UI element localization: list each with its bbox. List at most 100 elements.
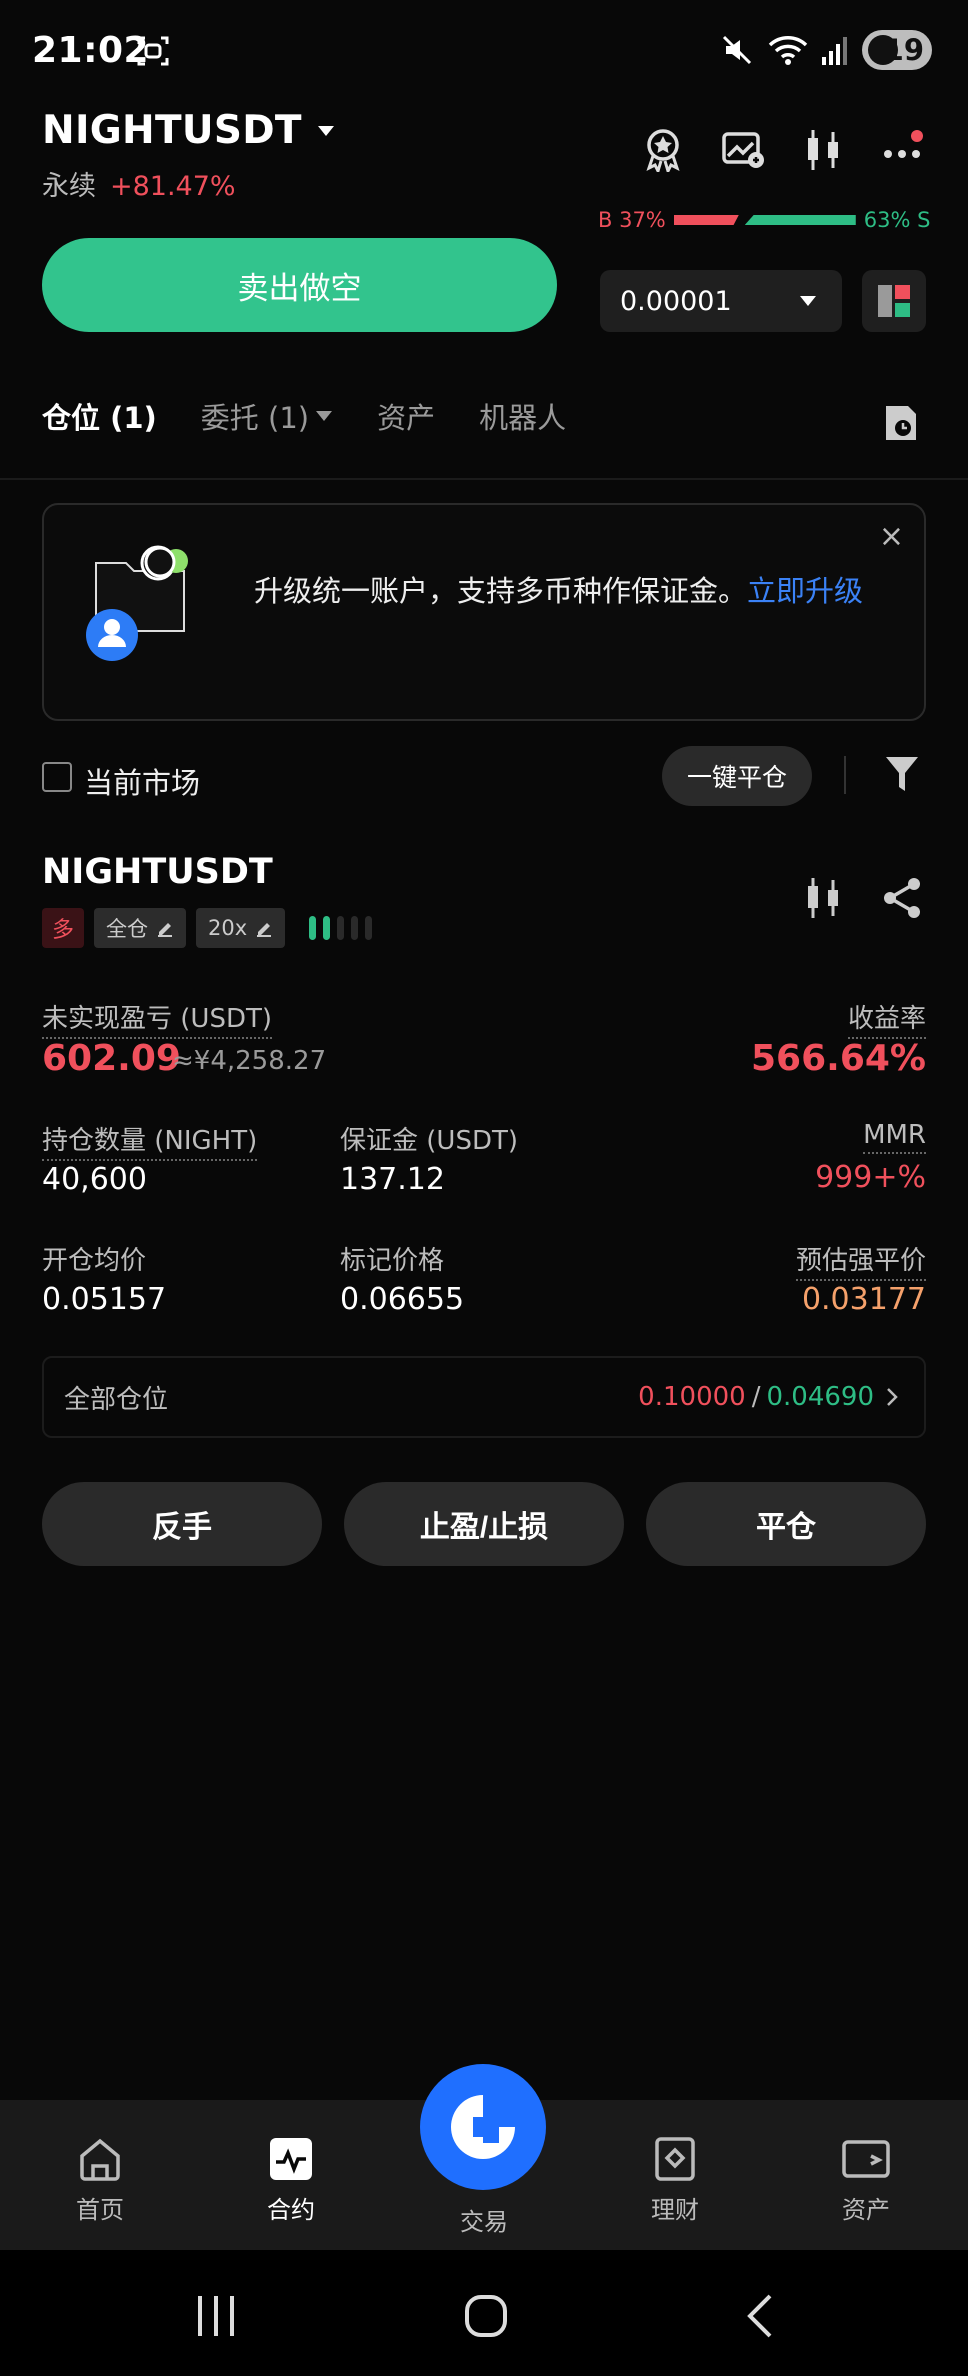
battery-leaf-icon [868, 35, 898, 65]
adl-level-bar [351, 916, 359, 940]
nav-home[interactable]: 首页 [40, 2136, 160, 2225]
sell-ratio: 63% S [863, 208, 931, 232]
mark-price-value: 0.06655 [340, 1282, 465, 1317]
share-icon[interactable] [880, 876, 924, 920]
badge-icon[interactable] [640, 126, 686, 172]
upgrade-now-link[interactable]: 立即升级 [747, 574, 863, 608]
all-positions-values: 0.10000 / 0.04690 [638, 1382, 904, 1412]
layout-toggle-button[interactable] [862, 270, 926, 332]
tpsl-button[interactable]: 止盈/止损 [344, 1482, 624, 1566]
all-positions-label: 全部仓位 [64, 1384, 169, 1415]
history-icon[interactable] [884, 404, 918, 442]
current-market-checkbox[interactable] [42, 762, 72, 792]
liq-price-label[interactable]: 预估强平价 [795, 1240, 926, 1281]
mmr-label[interactable]: MMR [863, 1120, 926, 1154]
roe-value: 566.64% [751, 1038, 926, 1079]
status-time: 21:02 [32, 30, 150, 71]
nav-earn-label: 理财 [651, 2196, 699, 2224]
battery-indicator: 19 [862, 30, 932, 70]
unrealized-pnl-value: 602.09 [42, 1038, 181, 1079]
close-all-button[interactable]: 一键平仓 [662, 746, 812, 806]
wallet-icon [842, 2140, 890, 2178]
home-icon [80, 2138, 120, 2181]
tab-orders[interactable]: 委托 (1) [201, 395, 333, 437]
sell-ratio-bar [744, 215, 856, 225]
price-step-value: 0.00001 [620, 285, 732, 317]
mmr-value: 999+% [815, 1160, 926, 1195]
entry-price-value: 0.05157 [42, 1282, 167, 1317]
caret-down-icon [800, 296, 816, 306]
position-symbol[interactable]: NIGHTUSDT [42, 852, 273, 892]
reverse-button[interactable]: 反手 [42, 1482, 322, 1566]
nav-trade-label[interactable]: 交易 [444, 2202, 524, 2237]
nav-home-label: 首页 [76, 2196, 124, 2224]
leverage-badge[interactable]: 20x [196, 908, 286, 948]
divider [844, 756, 846, 794]
mute-icon [722, 35, 752, 65]
futures-icon [270, 2138, 312, 2180]
trade-logo-icon [451, 2095, 515, 2159]
nav-futures-label: 合约 [267, 2196, 315, 2224]
layout-icon [878, 285, 910, 317]
leverage-label: 20x [208, 916, 248, 940]
position-size-label[interactable]: 持仓数量 (NIGHT) [42, 1120, 258, 1161]
status-icons: 19 [720, 30, 932, 70]
recent-apps-icon[interactable] [194, 2294, 238, 2338]
candlestick-icon[interactable] [800, 126, 846, 172]
unified-account-illustration-icon [86, 545, 188, 661]
margin-value: 137.12 [340, 1162, 445, 1197]
chevron-right-icon [887, 1388, 898, 1406]
sell-short-button[interactable]: 卖出做空 [42, 238, 557, 332]
buy-ratio-bar [673, 215, 739, 225]
mark-price-label: 标记价格 [340, 1246, 445, 1276]
caret-down-icon [316, 411, 333, 421]
nav-assets-label: 资产 [842, 2196, 890, 2224]
earn-icon [655, 2137, 695, 2181]
close-position-button[interactable]: 平仓 [646, 1482, 926, 1566]
price-step-select[interactable]: 0.00001 [600, 270, 842, 332]
filter-icon[interactable] [884, 754, 920, 794]
nav-assets[interactable]: 资产 [806, 2136, 926, 2225]
position-actions: 反手 止盈/止损 平仓 [42, 1482, 926, 1566]
adl-level-bar [365, 916, 373, 940]
margin-label: 保证金 (USDT) [340, 1126, 518, 1156]
buy-ratio: B 37% [598, 208, 666, 232]
direction-badge: 多 [42, 908, 84, 948]
caret-down-icon [317, 125, 334, 136]
home-button-icon[interactable] [464, 2294, 508, 2338]
margin-mode-label: 全仓 [106, 917, 148, 941]
unrealized-pnl-label[interactable]: 未实现盈亏 (USDT) [42, 998, 272, 1039]
position-size-value: 40,600 [42, 1162, 147, 1197]
divider [0, 478, 968, 480]
tab-positions[interactable]: 仓位 (1) [42, 395, 157, 437]
adl-level-bar [309, 916, 317, 940]
contract-type: 永续 [42, 171, 96, 202]
roe-label[interactable]: 收益率 [847, 998, 926, 1039]
edit-icon [257, 923, 272, 937]
candlestick-icon[interactable] [800, 874, 846, 920]
tab-bots[interactable]: 机器人 [479, 395, 566, 437]
margin-mode-badge[interactable]: 全仓 [94, 908, 186, 948]
liq-price-value: 0.03177 [801, 1282, 926, 1317]
tab-assets[interactable]: 资产 [377, 395, 435, 437]
banner-message: 升级统一账户，支持多币种作保证金。 [254, 574, 748, 608]
position-tabs: 仓位 (1) 委托 (1) 资产 机器人 [42, 395, 566, 437]
signal-icon [822, 37, 847, 65]
current-market-label[interactable]: 当前市场 [84, 760, 200, 802]
all-positions-row[interactable]: 全部仓位 0.10000 / 0.04690 [42, 1356, 926, 1438]
back-icon[interactable] [740, 2294, 780, 2338]
pair-name: NIGHTUSDT [42, 108, 302, 153]
system-nav-bar [0, 2250, 968, 2376]
all-positions-green-value: 0.04690 [766, 1382, 874, 1412]
order-book-ratio: B 37% 63% S [598, 208, 930, 232]
pair-selector[interactable]: NIGHTUSDT [42, 108, 336, 153]
nav-futures[interactable]: 合约 [231, 2136, 351, 2225]
close-icon[interactable]: × [879, 519, 904, 554]
chart-trade-icon[interactable] [720, 126, 766, 172]
more-icon[interactable] [880, 126, 926, 172]
screen-record-icon [137, 36, 169, 66]
contract-type-row: 永续 +81.47% [42, 164, 236, 203]
entry-price-label: 开仓均价 [42, 1246, 147, 1276]
nav-earn[interactable]: 理财 [615, 2136, 735, 2225]
trade-button[interactable] [420, 2064, 546, 2190]
